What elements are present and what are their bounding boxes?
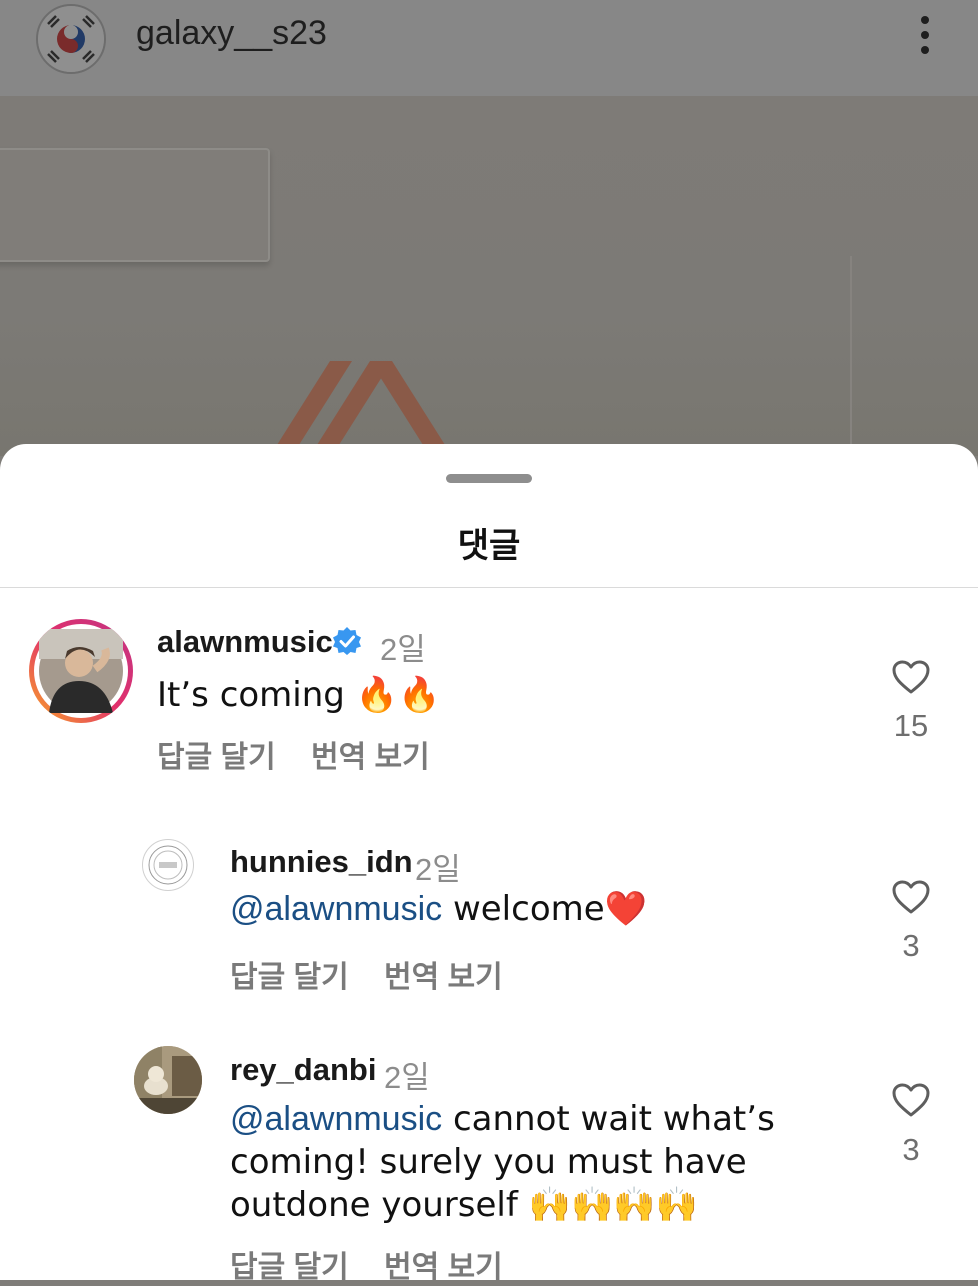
reply-button[interactable]: 답글 달기 xyxy=(230,952,349,996)
korea-flag-icon xyxy=(38,6,104,72)
comment-username[interactable]: alawnmusic xyxy=(157,624,333,660)
post-author-username[interactable]: galaxy__s23 xyxy=(136,14,327,53)
like-count: 15 xyxy=(893,708,929,743)
reply-button[interactable]: 답글 달기 xyxy=(157,732,276,776)
profile-logo-icon xyxy=(148,845,188,885)
like-count: 3 xyxy=(902,1132,920,1167)
comment-time: 2일 xyxy=(384,1060,430,1095)
translate-button[interactable]: 번역 보기 xyxy=(384,952,503,996)
comment-time: 2일 xyxy=(415,852,461,887)
comment-item: alawnmusic 2일 It’s coming 🔥🔥 답글 달기 번역 보기… xyxy=(0,614,978,784)
like-heart-icon[interactable] xyxy=(891,1082,931,1118)
post-header: galaxy__s23 xyxy=(0,0,978,96)
wall-edge xyxy=(850,256,852,456)
comment-time: 2일 xyxy=(380,632,426,667)
commenter-avatar[interactable] xyxy=(134,1046,202,1114)
sheet-drag-handle[interactable] xyxy=(446,474,532,483)
like-heart-icon[interactable] xyxy=(891,879,931,915)
commenter-avatar[interactable] xyxy=(142,839,194,891)
divider xyxy=(0,587,978,588)
verified-badge-icon xyxy=(333,627,361,655)
more-options-icon[interactable] xyxy=(910,14,940,58)
profile-photo-icon xyxy=(39,629,123,713)
comments-sheet: 댓글 alawnmusic 2일 It’s coming 🔥🔥 답글 달기 번역… xyxy=(0,444,978,1284)
translate-button[interactable]: 번역 보기 xyxy=(384,1242,503,1286)
logo-shape xyxy=(270,361,452,456)
like-count: 3 xyxy=(902,928,920,963)
comment-text: It’s coming 🔥🔥 xyxy=(157,674,777,717)
translate-button[interactable]: 번역 보기 xyxy=(311,732,430,776)
like-heart-icon[interactable] xyxy=(891,659,931,695)
reply-item: rey_danbi 2일 @alawnmusic cannot wait wha… xyxy=(0,1046,978,1284)
post-image xyxy=(0,96,978,456)
comment-username[interactable]: hunnies_idn xyxy=(230,844,413,880)
mention-link[interactable]: @alawnmusic xyxy=(230,890,442,928)
mention-link[interactable]: @alawnmusic xyxy=(230,1100,442,1138)
reply-button[interactable]: 답글 달기 xyxy=(230,1242,349,1286)
reply-item: hunnies_idn 2일 @alawnmusic welcome❤️ 답글 … xyxy=(0,834,978,1004)
sheet-title: 댓글 xyxy=(457,527,521,565)
profile-photo-icon xyxy=(134,1046,202,1114)
air-conditioner-shape xyxy=(0,148,270,262)
comment-body: welcome❤️ xyxy=(442,889,647,929)
comment-text: @alawnmusic cannot wait what’s coming! s… xyxy=(230,1098,790,1227)
commenter-avatar[interactable] xyxy=(29,619,133,723)
comment-text: @alawnmusic welcome❤️ xyxy=(230,888,850,931)
comment-body: It’s coming 🔥🔥 xyxy=(157,675,441,715)
comment-username[interactable]: rey_danbi xyxy=(230,1052,376,1088)
post-author-avatar[interactable] xyxy=(36,4,106,74)
